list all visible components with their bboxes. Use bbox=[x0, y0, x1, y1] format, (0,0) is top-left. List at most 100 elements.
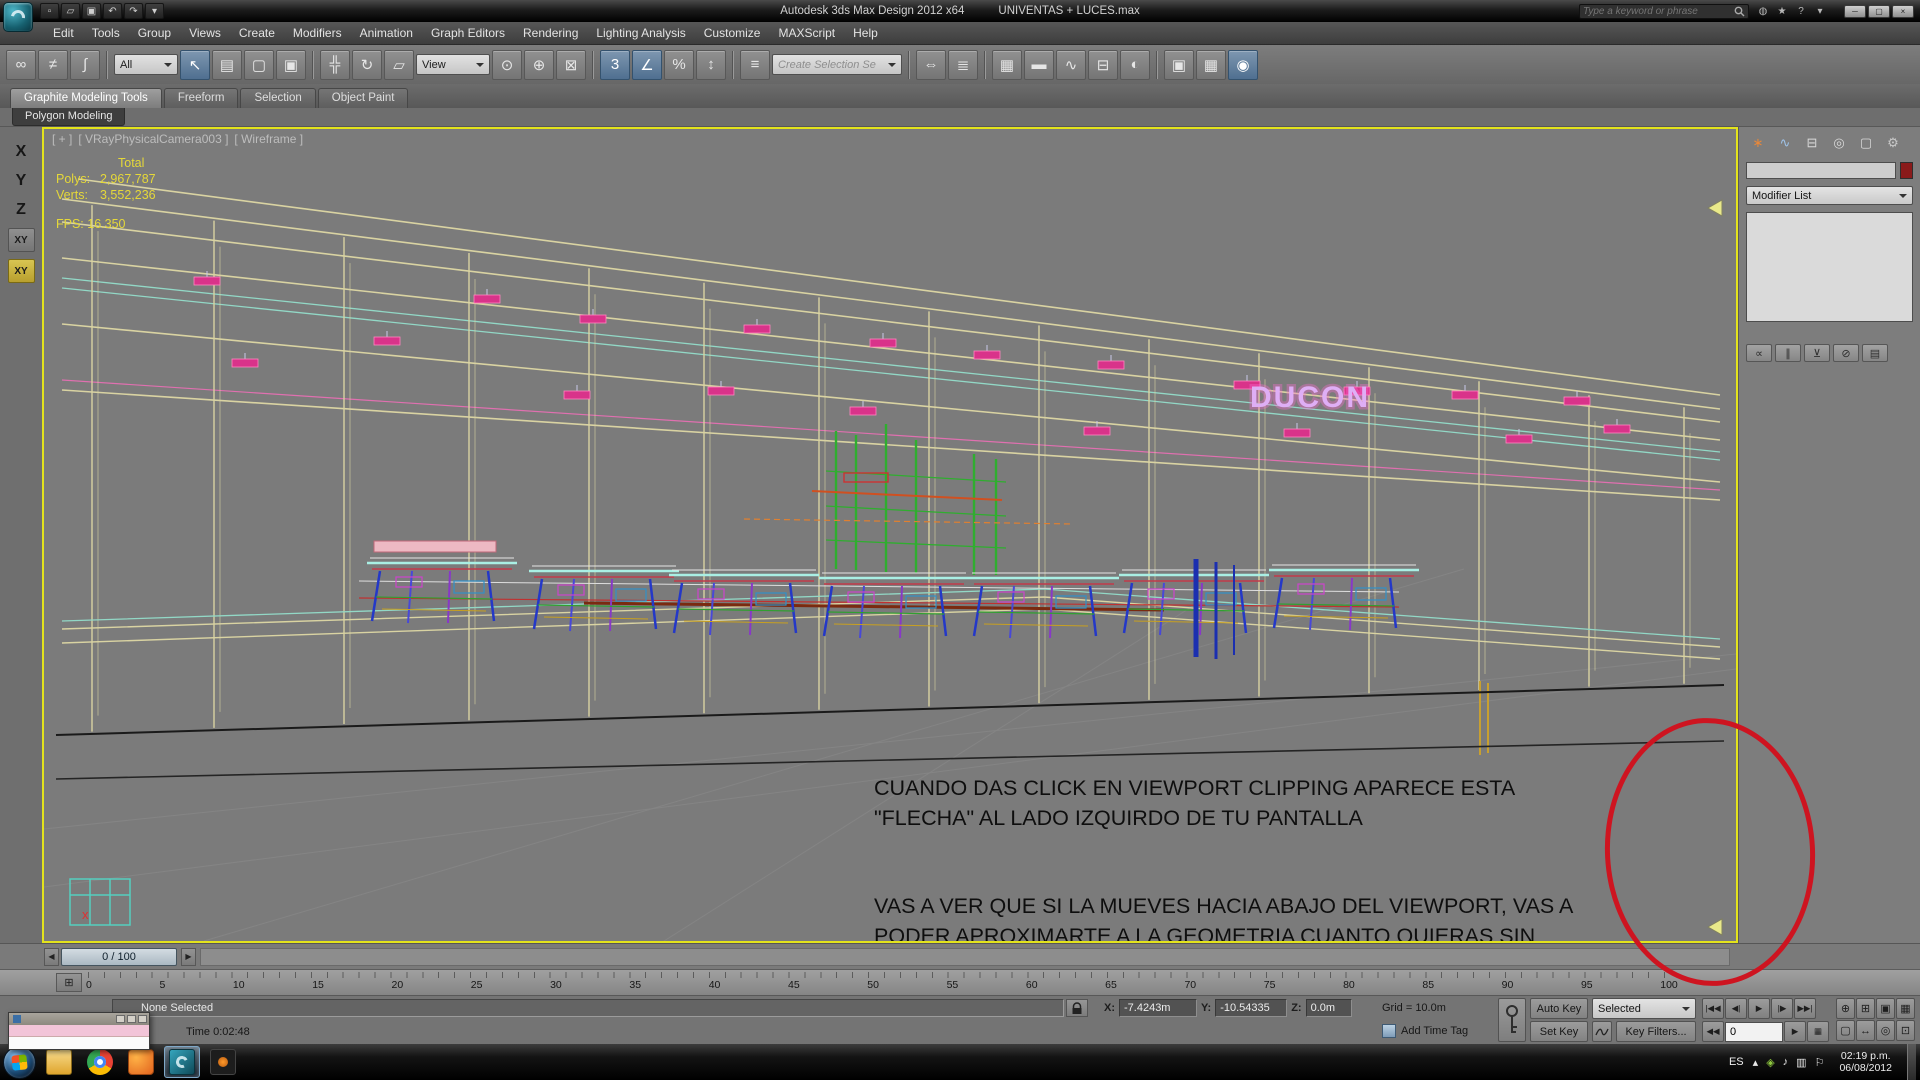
redo-icon[interactable]: ↷ bbox=[124, 3, 143, 19]
save-file-icon[interactable]: ▣ bbox=[82, 3, 101, 19]
coord-z-field[interactable]: 0.0m bbox=[1306, 999, 1352, 1017]
orbit-icon[interactable]: ◎ bbox=[1876, 1020, 1895, 1041]
display-tab-icon[interactable]: ▢ bbox=[1856, 134, 1876, 152]
named-selection-dropdown[interactable]: Create Selection Se bbox=[772, 54, 902, 75]
axis-x-constraint[interactable]: X bbox=[16, 141, 27, 163]
viewport-pov-menu[interactable]: [ VRayPhysicalCamera003 ] bbox=[78, 132, 228, 146]
tray-flag-icon[interactable]: ⚐ bbox=[1815, 1056, 1825, 1069]
graphite-toggle-icon[interactable]: ▬ bbox=[1024, 50, 1054, 80]
help-icon[interactable]: ? bbox=[1793, 4, 1809, 18]
tab-polygon-modeling[interactable]: Polygon Modeling bbox=[12, 108, 125, 126]
show-end-result-icon[interactable]: ∥ bbox=[1775, 344, 1801, 362]
taskbar-clock[interactable]: 02:19 p.m. 06/08/2012 bbox=[1839, 1050, 1892, 1074]
application-menu-button[interactable] bbox=[3, 2, 33, 32]
menu-help[interactable]: Help bbox=[844, 22, 887, 44]
menu-maxscript[interactable]: MAXScript bbox=[769, 22, 844, 44]
menu-lighting-analysis[interactable]: Lighting Analysis bbox=[587, 22, 694, 44]
select-and-link-icon[interactable]: ∞ bbox=[6, 50, 36, 80]
zoom-all-icon[interactable]: ⊞ bbox=[1856, 998, 1875, 1019]
edit-named-selections-icon[interactable]: ≡ bbox=[740, 50, 770, 80]
select-and-scale-icon[interactable]: ▱ bbox=[384, 50, 414, 80]
current-frame-field[interactable] bbox=[1725, 1022, 1783, 1042]
search-input[interactable] bbox=[1583, 6, 1734, 17]
hierarchy-tab-icon[interactable]: ⊟ bbox=[1802, 134, 1822, 152]
bind-to-spacewarp-icon[interactable]: ∫ bbox=[70, 50, 100, 80]
mirror-icon[interactable]: ⇔ bbox=[916, 50, 946, 80]
utilities-tab-icon[interactable]: ⚙ bbox=[1883, 134, 1903, 152]
zoom-region-icon[interactable]: ▢ bbox=[1836, 1020, 1855, 1041]
previous-key-icon[interactable]: ◀◀ bbox=[1702, 1021, 1724, 1042]
material-editor-icon[interactable]: ◐ bbox=[1120, 50, 1150, 80]
go-to-end-icon[interactable]: ▶▶| bbox=[1794, 998, 1816, 1019]
motion-tab-icon[interactable]: ◎ bbox=[1829, 134, 1849, 152]
make-unique-icon[interactable]: ⊻ bbox=[1804, 344, 1830, 362]
tab-graphite-modeling-tools[interactable]: Graphite Modeling Tools bbox=[10, 88, 162, 108]
start-button[interactable] bbox=[3, 1046, 36, 1079]
spinner-snap-icon[interactable]: ↕ bbox=[696, 50, 726, 80]
language-indicator[interactable]: ES bbox=[1729, 1056, 1744, 1068]
favorites-star-icon[interactable]: ★ bbox=[1774, 4, 1790, 18]
axis-z-constraint[interactable]: Z bbox=[16, 199, 26, 221]
modifier-list-dropdown[interactable]: Modifier List bbox=[1746, 186, 1913, 205]
infocenter-search[interactable] bbox=[1579, 4, 1749, 19]
time-slider-left-arrow[interactable]: ◀ bbox=[44, 948, 59, 966]
show-desktop-button[interactable] bbox=[1907, 1044, 1916, 1080]
selection-filter-dropdown[interactable]: All bbox=[114, 54, 178, 75]
go-to-start-icon[interactable]: |◀◀ bbox=[1702, 998, 1724, 1019]
maxscript-mini-listener[interactable] bbox=[8, 1012, 150, 1050]
macro-recorder-pane[interactable] bbox=[9, 1025, 149, 1037]
menu-modifiers[interactable]: Modifiers bbox=[284, 22, 351, 44]
set-key-button[interactable]: Set Key bbox=[1530, 1021, 1588, 1042]
configure-modifier-sets-icon[interactable]: ▤ bbox=[1862, 344, 1888, 362]
new-scene-icon[interactable]: ▫ bbox=[40, 3, 59, 19]
default-in-out-tangents-icon[interactable] bbox=[1592, 1021, 1612, 1042]
menu-animation[interactable]: Animation bbox=[351, 22, 422, 44]
unlink-selection-icon[interactable]: ≠ bbox=[38, 50, 68, 80]
previous-frame-icon[interactable]: ◀| bbox=[1725, 998, 1747, 1019]
tray-volume-icon[interactable]: ♪ bbox=[1783, 1056, 1789, 1068]
time-slider-right-arrow[interactable]: ▶ bbox=[181, 948, 196, 966]
keyboard-override-icon[interactable]: ⊠ bbox=[556, 50, 586, 80]
curve-editor-icon[interactable]: ∿ bbox=[1056, 50, 1086, 80]
modifier-stack-list[interactable] bbox=[1746, 212, 1913, 322]
timeline-config-icon[interactable]: ⊞ bbox=[56, 973, 82, 992]
listener-pane[interactable] bbox=[9, 1037, 149, 1049]
restore-button[interactable]: ▢ bbox=[1868, 5, 1890, 18]
select-by-name-icon[interactable]: ▤ bbox=[212, 50, 242, 80]
selection-lock-toggle[interactable] bbox=[1066, 999, 1088, 1017]
menu-tools[interactable]: Tools bbox=[83, 22, 129, 44]
viewport-shading-menu[interactable]: [ Wireframe ] bbox=[234, 132, 303, 146]
menu-edit[interactable]: Edit bbox=[44, 22, 83, 44]
close-button[interactable]: × bbox=[1892, 5, 1914, 18]
camera-viewport[interactable]: DUCON DUCON bbox=[42, 127, 1738, 943]
viewport-general-menu[interactable]: [ + ] bbox=[52, 132, 72, 146]
add-time-tag[interactable]: Add Time Tag bbox=[1382, 1024, 1468, 1038]
render-production-icon[interactable]: ◉ bbox=[1228, 50, 1258, 80]
menu-create[interactable]: Create bbox=[230, 22, 284, 44]
select-and-manipulate-icon[interactable]: ⊕ bbox=[524, 50, 554, 80]
menu-rendering[interactable]: Rendering bbox=[514, 22, 587, 44]
selection-region-icon[interactable]: ▢ bbox=[244, 50, 274, 80]
layer-manager-icon[interactable]: ▦ bbox=[992, 50, 1022, 80]
axis-xy-constraint[interactable]: XY bbox=[8, 228, 35, 252]
open-file-icon[interactable]: ▱ bbox=[61, 3, 80, 19]
object-name-field[interactable] bbox=[1746, 162, 1896, 179]
menu-customize[interactable]: Customize bbox=[695, 22, 770, 44]
minimize-button[interactable]: ─ bbox=[1844, 5, 1866, 18]
snap-toggle-3d-icon[interactable]: 3 bbox=[600, 50, 630, 80]
percent-snap-icon[interactable]: % bbox=[664, 50, 694, 80]
tray-shield-icon[interactable]: ◈ bbox=[1766, 1056, 1774, 1069]
key-filters-button[interactable]: Key Filters... bbox=[1616, 1021, 1696, 1042]
menu-group[interactable]: Group bbox=[129, 22, 180, 44]
project-folder-icon[interactable]: ▾ bbox=[145, 3, 164, 19]
tab-selection[interactable]: Selection bbox=[240, 88, 315, 108]
menu-graph-editors[interactable]: Graph Editors bbox=[422, 22, 514, 44]
tab-object-paint[interactable]: Object Paint bbox=[318, 88, 409, 108]
mini-listener-close-icon[interactable] bbox=[138, 1015, 147, 1023]
next-key-icon[interactable]: ▶ bbox=[1784, 1021, 1806, 1042]
tab-freeform[interactable]: Freeform bbox=[164, 88, 239, 108]
create-tab-icon[interactable]: ∗ bbox=[1748, 134, 1768, 152]
object-color-swatch[interactable] bbox=[1900, 162, 1913, 179]
time-slider[interactable]: 0 / 100 bbox=[61, 948, 177, 966]
tray-network-icon[interactable]: ▥ bbox=[1796, 1056, 1806, 1069]
